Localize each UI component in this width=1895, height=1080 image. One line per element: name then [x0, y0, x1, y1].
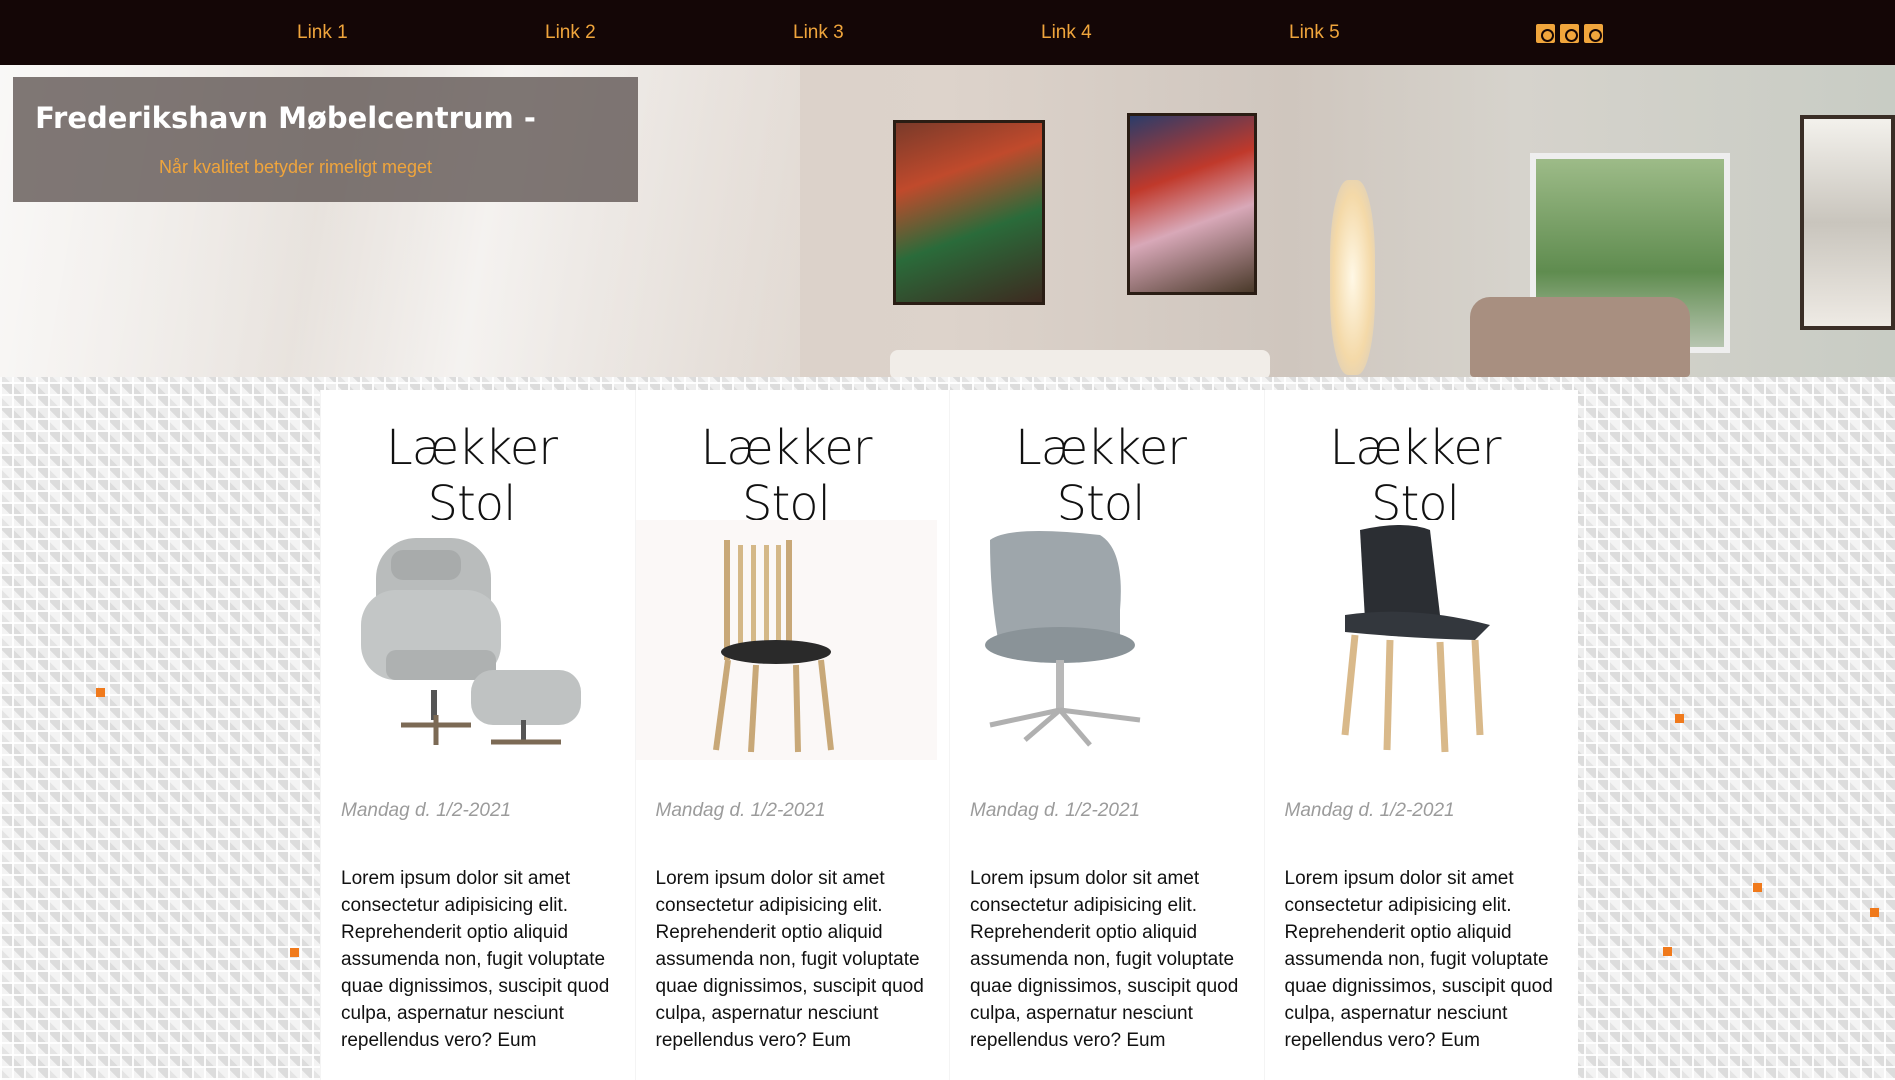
card-date: Mandag d. 1/2-2021: [1284, 800, 1455, 821]
armchair-image: [1470, 297, 1690, 377]
painting-image: [1800, 115, 1895, 330]
painting-image: [1127, 113, 1257, 295]
site-title: Frederikshavn Møbelcentrum -: [35, 101, 536, 135]
header-title-box: Frederikshavn Møbelcentrum - Når kvalite…: [13, 77, 638, 202]
chair-image[interactable]: [950, 520, 1251, 760]
card-description: Lorem ipsum dolor sit amet consectetur a…: [970, 868, 1239, 1051]
card-description: Lorem ipsum dolor sit amet consectetur a…: [341, 868, 610, 1051]
site-subtitle: Når kvalitet betyder rimeligt meget: [158, 157, 433, 177]
nav-link-3[interactable]: Link 3: [793, 20, 844, 46]
card-date: Mandag d. 1/2-2021: [970, 800, 1141, 821]
decor-dot: [1870, 908, 1879, 917]
top-navbar: Link 1 Link 2 Link 3 Link 4 Link 5: [0, 0, 1895, 65]
instagram-icon[interactable]: [1584, 24, 1603, 43]
chair-image[interactable]: [1264, 520, 1566, 760]
facebook-icon[interactable]: [1560, 24, 1579, 43]
product-card[interactable]: Lækker Stol Mandag d. 1/2-2021 Lorem ips…: [320, 390, 635, 1080]
nav-link-4[interactable]: Link 4: [1041, 20, 1092, 46]
product-card[interactable]: Lækker Stol Mandag d. 1/2-2021 Lorem ips…: [1263, 390, 1578, 1080]
decor-dot: [1663, 947, 1672, 956]
nav-link-5[interactable]: Link 5: [1289, 20, 1340, 46]
product-card[interactable]: Lækker Stol Mandag d. 1/2-2021 Lorem ips…: [634, 390, 949, 1080]
social-icons: [1536, 24, 1603, 43]
painting-image: [893, 120, 1045, 305]
decor-dot: [1753, 883, 1762, 892]
chair-image[interactable]: [635, 520, 937, 760]
decor-dot: [290, 948, 299, 957]
card-description: Lorem ipsum dolor sit amet consectetur a…: [1284, 868, 1553, 1051]
sofa-image: [890, 350, 1270, 377]
nav-link-2[interactable]: Link 2: [545, 20, 596, 46]
card-description: Lorem ipsum dolor sit amet consectetur a…: [655, 868, 924, 1051]
chair-image[interactable]: [321, 520, 622, 760]
product-grid: Lækker Stol Mandag d. 1/2-2021 Lorem ips…: [320, 390, 1578, 1080]
floor-lamp-image: [1330, 180, 1375, 375]
decor-dot: [96, 688, 105, 697]
nav-link-1[interactable]: Link 1: [297, 20, 348, 46]
card-date: Mandag d. 1/2-2021: [341, 800, 512, 821]
card-date: Mandag d. 1/2-2021: [655, 800, 826, 821]
product-card[interactable]: Lækker Stol Mandag d. 1/2-2021 Lorem ips…: [949, 390, 1264, 1080]
twitter-icon[interactable]: [1536, 24, 1555, 43]
decor-dot: [1675, 714, 1684, 723]
